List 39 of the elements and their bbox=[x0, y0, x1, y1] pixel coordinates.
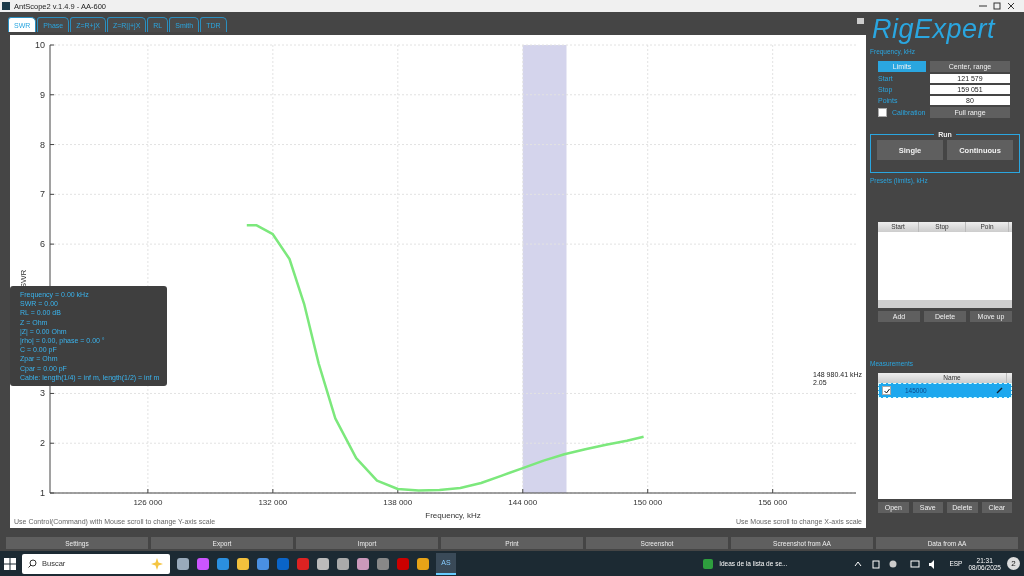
calibration-checkbox[interactable] bbox=[878, 108, 887, 117]
app-icon[interactable] bbox=[376, 556, 390, 571]
tick-label: 1 bbox=[40, 488, 45, 498]
tick-label: 7 bbox=[40, 189, 45, 200]
app-icon[interactable] bbox=[416, 556, 430, 571]
sparkle-icon bbox=[150, 557, 164, 570]
tick-label: 144 000 bbox=[508, 498, 538, 507]
app-icon[interactable] bbox=[336, 556, 350, 571]
notification-badge[interactable]: 2 bbox=[1007, 557, 1020, 570]
tick-label: 138 000 bbox=[383, 498, 413, 507]
tick-label: 8 bbox=[40, 139, 45, 150]
tick-label: 156 000 bbox=[758, 498, 788, 507]
app-icon bbox=[2, 2, 10, 10]
tick-label: 10 bbox=[35, 40, 45, 50]
axis-title: Frequency, kHz bbox=[425, 511, 481, 520]
app-icon[interactable] bbox=[316, 556, 330, 571]
app-icon[interactable] bbox=[176, 556, 190, 571]
tick-label: 2 bbox=[40, 438, 45, 449]
tick-label: 9 bbox=[40, 89, 45, 100]
app-icon[interactable] bbox=[356, 556, 370, 571]
row-checkbox[interactable] bbox=[882, 386, 891, 395]
app-icon[interactable] bbox=[236, 556, 250, 571]
windows-icon[interactable] bbox=[4, 557, 16, 570]
tick-label: 6 bbox=[40, 239, 45, 250]
minimize-icon[interactable] bbox=[978, 2, 988, 10]
maximize-icon[interactable] bbox=[992, 2, 1002, 10]
app-icon[interactable] bbox=[216, 556, 230, 571]
search-icon bbox=[28, 559, 37, 568]
widget-icon[interactable] bbox=[703, 558, 714, 569]
tick-label: 126 000 bbox=[133, 498, 163, 507]
pencil-icon[interactable] bbox=[996, 387, 1003, 394]
scrollbar[interactable] bbox=[878, 300, 1012, 308]
tick-label: 3 bbox=[40, 388, 45, 399]
logo: RigExpert bbox=[872, 14, 997, 44]
close-icon[interactable] bbox=[1006, 2, 1016, 10]
tick-label: 132 000 bbox=[258, 498, 288, 507]
tick-label: 150 000 bbox=[633, 498, 663, 507]
app-icon[interactable] bbox=[196, 556, 210, 571]
app-icon[interactable] bbox=[256, 556, 270, 571]
